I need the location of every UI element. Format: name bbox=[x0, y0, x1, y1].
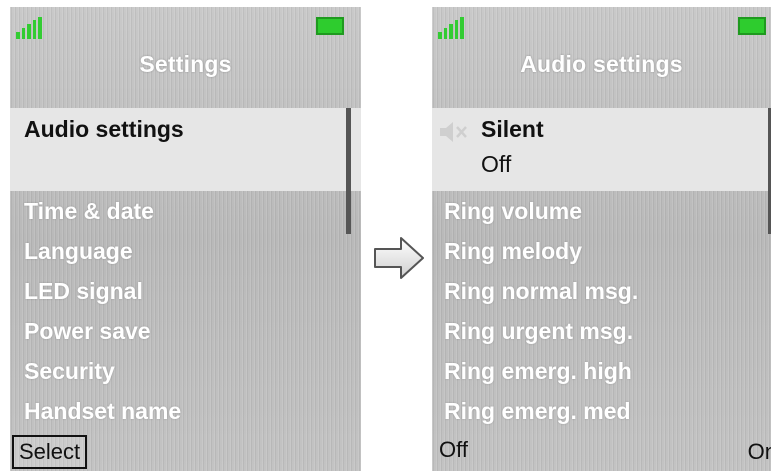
audio-settings-menu: Silent Off Ring volume Ring melody Ring … bbox=[432, 108, 771, 431]
screen-title: Audio settings bbox=[520, 51, 683, 77]
menu-item-label: Silent bbox=[481, 116, 544, 142]
settings-screen: Settings Audio settings Time & date Lang… bbox=[10, 7, 361, 471]
battery-icon bbox=[316, 17, 344, 35]
softkey-bar: Select bbox=[10, 433, 361, 471]
off-softkey[interactable]: Off bbox=[434, 435, 473, 465]
menu-item-handset-name[interactable]: Handset name bbox=[10, 391, 361, 431]
settings-menu: Audio settings Time & date Language LED … bbox=[10, 108, 361, 431]
scrollbar[interactable] bbox=[346, 108, 351, 234]
select-softkey[interactable]: Select bbox=[12, 435, 88, 469]
menu-item-ring-melody[interactable]: Ring melody bbox=[432, 231, 771, 271]
phone-menu-comparison: Settings Audio settings Time & date Lang… bbox=[0, 0, 771, 471]
menu-item-ring-emerg-high[interactable]: Ring emerg. high bbox=[432, 351, 771, 391]
menu-item-silent[interactable]: Silent Off bbox=[432, 108, 771, 191]
audio-settings-screen: Audio settings Silent Off Ring volume Ri… bbox=[432, 7, 771, 471]
menu-item-led-signal[interactable]: LED signal bbox=[10, 271, 361, 311]
right-arrow-icon bbox=[374, 237, 424, 279]
signal-strength-icon bbox=[438, 17, 464, 39]
menu-item-ring-emerg-med[interactable]: Ring emerg. med bbox=[432, 391, 771, 431]
battery-icon bbox=[738, 17, 766, 35]
menu-item-audio-settings[interactable]: Audio settings bbox=[10, 108, 361, 191]
menu-item-label: Audio settings bbox=[24, 116, 184, 142]
menu-item-ring-urgent-msg[interactable]: Ring urgent msg. bbox=[432, 311, 771, 351]
screen-title: Settings bbox=[139, 51, 232, 77]
menu-item-language[interactable]: Language bbox=[10, 231, 361, 271]
menu-item-time-date[interactable]: Time & date bbox=[10, 191, 361, 231]
menu-item-ring-normal-msg[interactable]: Ring normal msg. bbox=[432, 271, 771, 311]
menu-item-security[interactable]: Security bbox=[10, 351, 361, 391]
menu-item-value: Off bbox=[481, 151, 512, 177]
softkey-bar: Off On bbox=[432, 433, 771, 471]
mute-speaker-icon bbox=[440, 122, 467, 142]
on-softkey[interactable]: On bbox=[748, 437, 771, 467]
menu-item-ring-volume[interactable]: Ring volume bbox=[432, 191, 771, 231]
signal-strength-icon bbox=[16, 17, 42, 39]
menu-item-power-save[interactable]: Power save bbox=[10, 311, 361, 351]
